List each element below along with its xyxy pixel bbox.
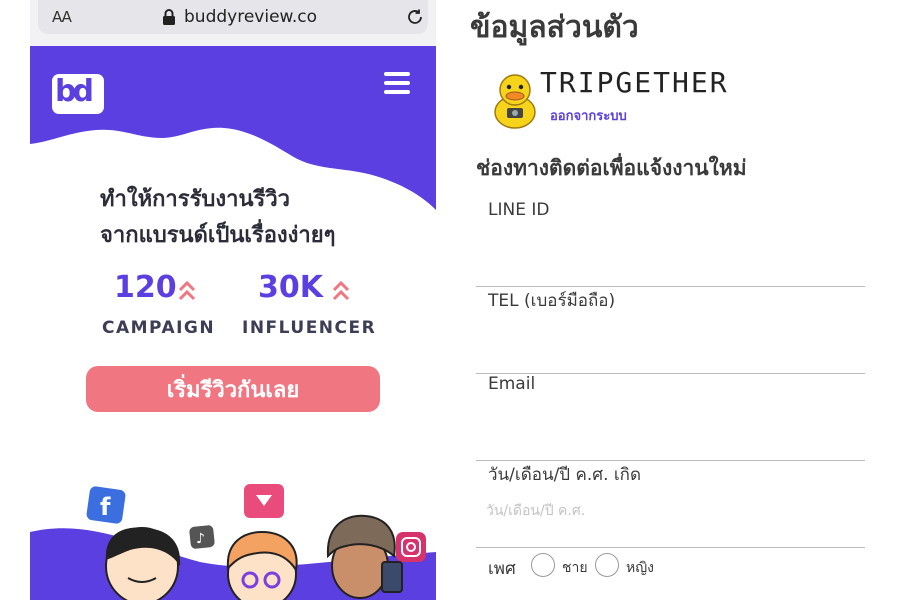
email-label: Email bbox=[488, 374, 536, 394]
line-id-field: LINE ID bbox=[476, 200, 865, 287]
url-text[interactable]: buddyreview.co bbox=[184, 7, 317, 27]
page-title: ข้อมูลส่วนตัว bbox=[470, 10, 639, 45]
hamburger-menu-icon[interactable] bbox=[384, 72, 410, 94]
stat-campaign-value: 120 bbox=[114, 270, 177, 305]
reader-text-size-button[interactable]: AA bbox=[52, 8, 72, 26]
birthdate-label: วัน/เดือน/ปี ค.ศ. เกิด bbox=[488, 465, 642, 485]
gender-male-label[interactable]: ชาย bbox=[562, 557, 588, 579]
duck-avatar bbox=[494, 74, 536, 129]
birthdate-field: วัน/เดือน/ปี ค.ศ. เกิด bbox=[476, 461, 865, 548]
double-chevron-up-icon bbox=[332, 280, 350, 301]
headline-line-1: ทำให้การรับงานรีวิว bbox=[100, 187, 291, 212]
section-title: ช่องทางติดต่อเพื่อแจ้งงานใหม่ bbox=[476, 156, 747, 180]
birthdate-input[interactable] bbox=[486, 497, 856, 525]
tiktok-icon: ♪ bbox=[189, 525, 215, 549]
email-field: Email bbox=[476, 374, 865, 461]
gender-label: เพศ bbox=[488, 559, 516, 579]
instagram-icon bbox=[396, 532, 426, 562]
stat-influencer-value: 30K bbox=[258, 270, 323, 305]
svg-text:f: f bbox=[100, 493, 111, 521]
gender-male-radio[interactable] bbox=[531, 553, 555, 577]
browser-toolbar: AA buddyreview.co bbox=[30, 0, 436, 46]
person-1 bbox=[105, 527, 181, 600]
svg-text:♪: ♪ bbox=[196, 531, 205, 547]
profile-panel: ข้อมูลส่วนตัว TRIPGETHER ออกจากระบบ ช่อง… bbox=[460, 0, 900, 600]
tel-input[interactable] bbox=[486, 323, 856, 351]
gender-female-label[interactable]: หญิง bbox=[626, 557, 654, 579]
start-review-button[interactable]: เริ่มรีวิวกันเลย bbox=[86, 366, 380, 412]
logout-link[interactable]: ออกจากระบบ bbox=[550, 105, 627, 126]
gender-female-radio[interactable] bbox=[595, 553, 619, 577]
tel-label: TEL (เบอร์มือถือ) bbox=[488, 291, 616, 311]
tel-field: TEL (เบอร์มือถือ) bbox=[476, 287, 865, 374]
stat-influencer-label: INFLUENCER bbox=[242, 318, 377, 338]
lock-icon bbox=[163, 9, 175, 25]
double-chevron-up-icon bbox=[178, 280, 196, 301]
line-id-label: LINE ID bbox=[488, 200, 550, 220]
person-2 bbox=[226, 530, 298, 600]
influencer-illustration: f ♪ bbox=[30, 484, 436, 600]
headline-line-2: จากแบรนด์เป็นเรื่องง่ายๆ bbox=[100, 223, 336, 248]
address-bar[interactable]: AA buddyreview.co bbox=[38, 0, 428, 34]
youtube-icon bbox=[244, 484, 284, 518]
reload-icon[interactable] bbox=[406, 8, 424, 26]
line-id-input[interactable] bbox=[486, 236, 856, 264]
stat-campaign-label: CAMPAIGN bbox=[102, 318, 216, 338]
hero-headline: ทำให้การรับงานรีวิว จากแบรนด์เป็นเรื่องง… bbox=[100, 182, 420, 254]
site-logo[interactable]: bd bbox=[52, 74, 104, 114]
mobile-browser-screenshot: AA buddyreview.co bd ทำให้การรับงานรีวิว… bbox=[30, 0, 436, 600]
facebook-icon: f bbox=[86, 486, 126, 524]
email-input[interactable] bbox=[486, 410, 856, 438]
username: TRIPGETHER bbox=[540, 66, 729, 99]
